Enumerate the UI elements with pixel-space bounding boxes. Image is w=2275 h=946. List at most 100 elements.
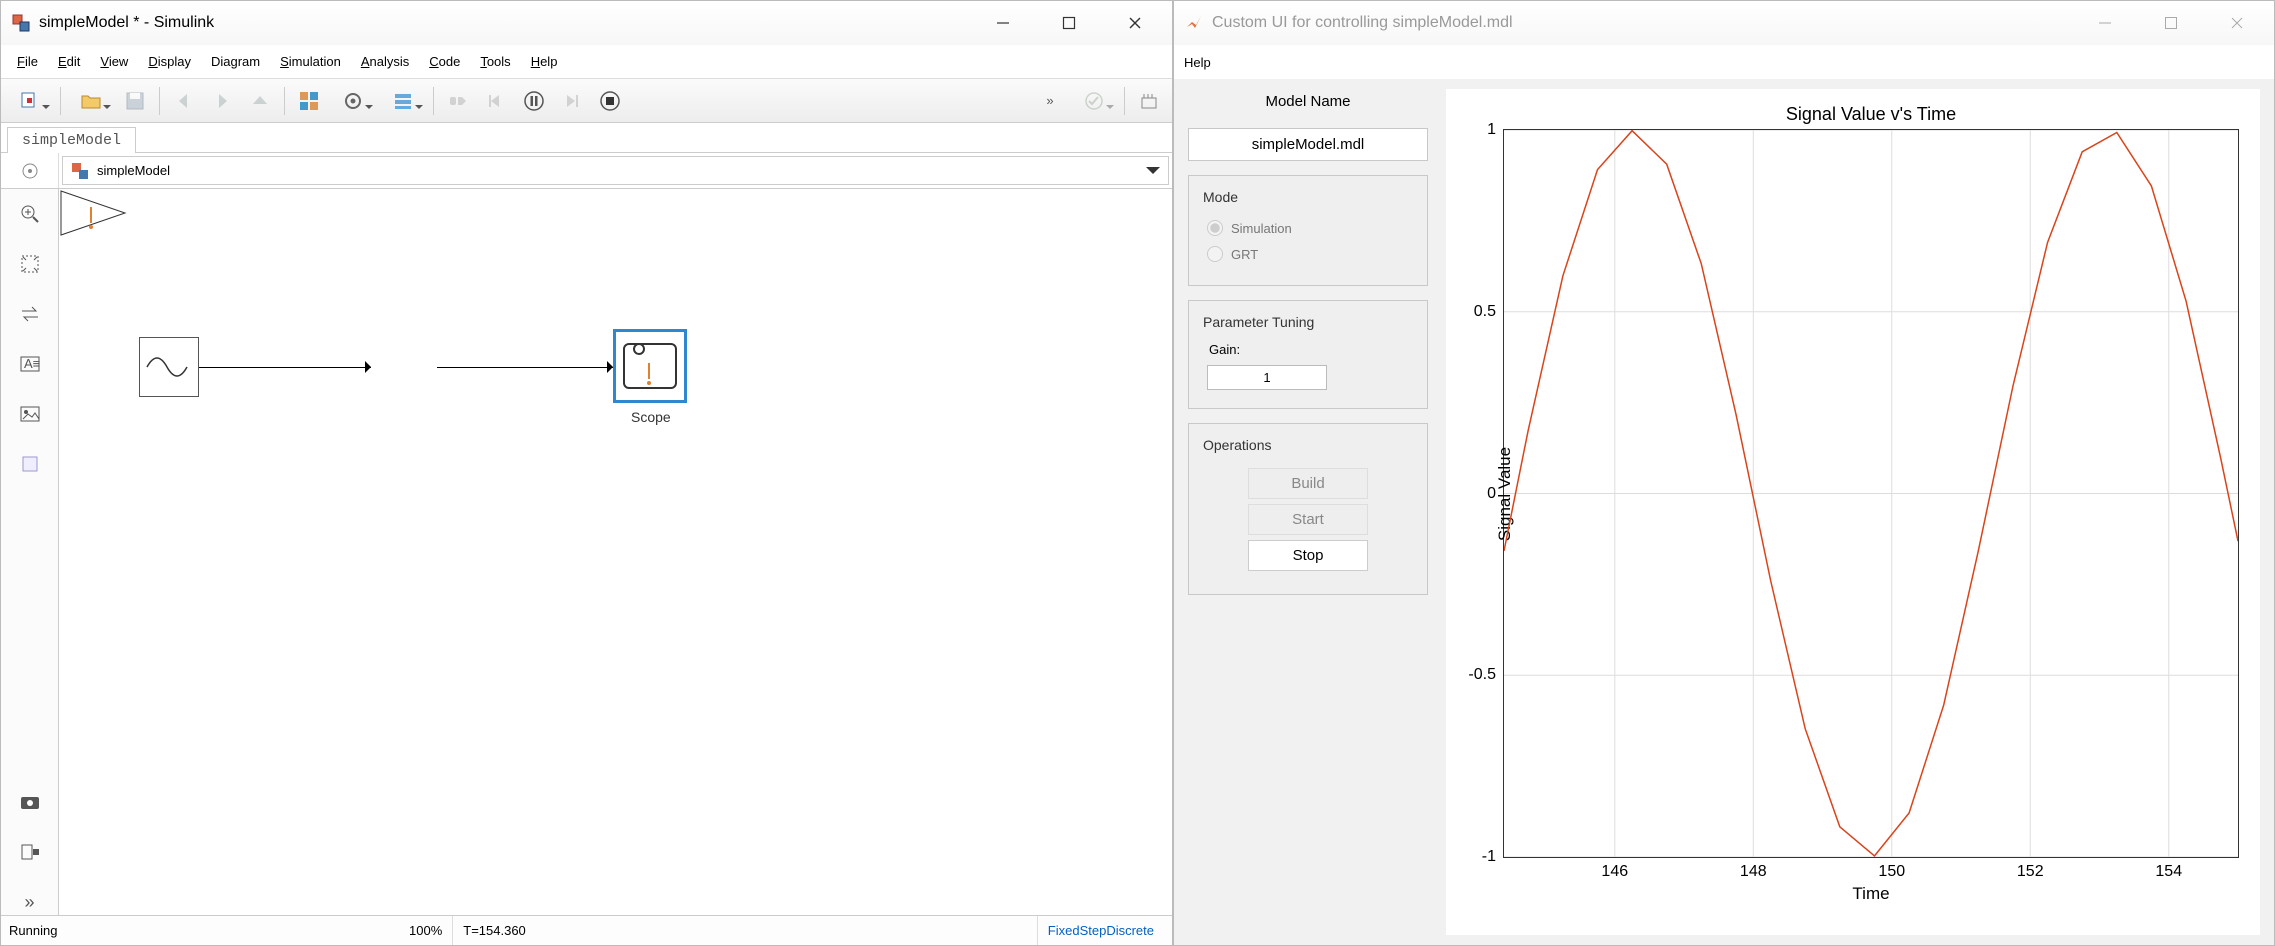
y-tick: 0 [1487,485,1504,503]
arrowhead-icon [365,361,377,373]
annotation-icon[interactable]: A≡ [15,351,45,377]
menu-view[interactable]: View [90,50,138,73]
gain-input[interactable] [1207,365,1327,390]
menu-analysis[interactable]: Analysis [351,50,419,73]
radio-simulation-input [1207,220,1223,236]
work-area: A≡ » Scope [1,189,1172,915]
param-fieldset: Parameter Tuning Gain: [1188,300,1428,409]
gui-menubar: Help [1174,45,2274,79]
breadcrumb-dropdown-icon[interactable] [1146,167,1160,181]
model-name-label: Model Name [1188,89,1428,114]
control-panel: Model Name Mode Simulation GRT Parameter… [1188,89,1428,935]
wire-1[interactable] [199,367,371,368]
titlebar[interactable]: simpleModel * - Simulink [1,1,1172,45]
step-forward-button[interactable] [555,84,589,118]
menubar: File Edit View Display Diagram Simulatio… [1,45,1172,79]
radio-grt-input [1207,246,1223,262]
status-time: T=154.360 [453,916,536,945]
x-tick: 152 [2017,857,2044,881]
simulink-app-icon [11,13,31,33]
build-button: Build [1248,468,1368,499]
stop-button[interactable]: Stop [1248,540,1368,571]
maximize-button[interactable] [2138,3,2204,43]
ops-legend: Operations [1199,437,1275,453]
wire-2[interactable] [437,367,613,368]
simulink-window: simpleModel * - Simulink File Edit View … [0,0,1173,946]
gain-label: Gain: [1207,340,1409,361]
tab-strip: simpleModel [1,123,1172,153]
check-button[interactable] [1071,84,1117,118]
menu-help[interactable]: Help [521,50,568,73]
model-canvas[interactable]: Scope [59,189,1172,915]
forward-button[interactable] [205,84,239,118]
expand-icon[interactable]: » [15,889,45,915]
radio-simulation: Simulation [1207,215,1409,241]
titlebar[interactable]: Custom UI for controlling simpleModel.md… [1174,1,2274,45]
menu-code[interactable]: Code [419,50,470,73]
matlab-app-icon [1184,13,1204,33]
gain-block[interactable] [59,189,127,237]
swap-icon[interactable] [15,301,45,327]
tab-model[interactable]: simpleModel [7,127,136,153]
minimize-button[interactable] [970,3,1036,43]
up-button[interactable] [243,84,277,118]
custom-gui-window: Custom UI for controlling simpleModel.md… [1173,0,2275,946]
image-icon[interactable] [15,401,45,427]
status-zoom[interactable]: 100% [399,916,453,945]
model-name-input[interactable] [1188,128,1428,161]
window-title: Custom UI for controlling simpleModel.md… [1210,14,2072,32]
new-model-button[interactable] [7,84,53,118]
overflow-button[interactable]: » [1033,84,1067,118]
menu-diagram[interactable]: Diagram [201,50,270,73]
status-state: Running [9,916,399,945]
snapshot-icon[interactable] [15,789,45,815]
model-explorer-button[interactable] [380,84,426,118]
library-browser-button[interactable] [292,84,326,118]
restart-button[interactable] [479,84,513,118]
sine-wave-block[interactable] [139,337,199,397]
param-legend: Parameter Tuning [1199,314,1318,330]
mode-fieldset: Mode Simulation GRT [1188,175,1428,286]
zoom-icon[interactable] [15,201,45,227]
start-button: Start [1248,504,1368,535]
ops-fieldset: Operations Build Start Stop [1188,423,1428,595]
nav-target-icon[interactable] [1,153,59,188]
scope-block[interactable] [613,329,687,403]
toolbar: » [1,79,1172,123]
back-button[interactable] [167,84,201,118]
chart-title: Signal Value v's Time [1503,100,2239,129]
area-icon[interactable] [15,451,45,477]
arrowhead-icon [607,361,619,373]
menu-file[interactable]: File [7,50,48,73]
status-solver[interactable]: FixedStepDiscrete [1038,916,1164,945]
mode-legend: Mode [1199,189,1242,205]
breadcrumb-bar: simpleModel [1,153,1172,189]
step-back-button[interactable] [441,84,475,118]
save-button[interactable] [118,84,152,118]
menu-tools[interactable]: Tools [470,50,520,73]
close-button[interactable] [2204,3,2270,43]
model-config-button[interactable] [330,84,376,118]
pause-button[interactable] [517,84,551,118]
svg-text:A≡: A≡ [24,356,40,371]
minimize-button[interactable] [2072,3,2138,43]
breadcrumb-path[interactable]: simpleModel [62,156,1169,185]
menu-display[interactable]: Display [138,50,201,73]
menu-simulation[interactable]: Simulation [270,50,351,73]
y-tick: -1 [1482,848,1504,866]
menu-edit[interactable]: Edit [48,50,90,73]
fit-icon[interactable] [15,251,45,277]
status-bar: Running 100% T=154.360 FixedStepDiscrete [1,915,1172,945]
open-button[interactable] [68,84,114,118]
maximize-button[interactable] [1036,3,1102,43]
radio-grt: GRT [1207,241,1409,267]
chart-axes[interactable]: Signal Value -1-0.500.51146148150152154 [1503,129,2239,858]
scope-label: Scope [631,409,671,425]
record-icon[interactable] [15,839,45,865]
menu-help[interactable]: Help [1184,55,1211,70]
window-title: simpleModel * - Simulink [37,14,970,32]
hardware-button[interactable] [1132,84,1166,118]
x-tick: 150 [1878,857,1905,881]
stop-button[interactable] [593,84,627,118]
close-button[interactable] [1102,3,1168,43]
